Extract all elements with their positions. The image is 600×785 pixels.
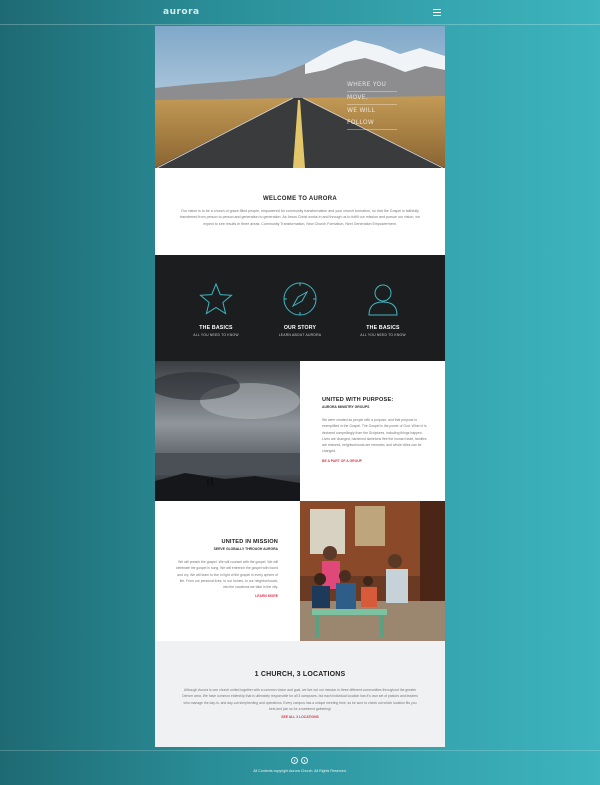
mission-subtitle: SERVE GLOBALLY THROUGH AURORA bbox=[213, 547, 278, 551]
feature-basics-1[interactable]: THE BASICS ALL YOU NEED TO KNOW bbox=[181, 281, 251, 337]
hero-caption-line: WE WILL FOLLOW bbox=[347, 105, 397, 130]
hero-caption-line: WHERE YOU bbox=[347, 79, 397, 92]
locations-title: 1 CHURCH, 3 LOCATIONS bbox=[254, 671, 346, 678]
feature-subtitle: ALL YOU NEED TO KNOW bbox=[360, 333, 406, 337]
welcome-title: WELCOME TO AURORA bbox=[262, 196, 338, 202]
hamburger-menu-button[interactable] bbox=[433, 9, 441, 16]
features-band: THE BASICS ALL YOU NEED TO KNOW OUR STOR… bbox=[155, 255, 445, 361]
top-navigation-bar: aurora bbox=[0, 0, 600, 25]
twitter-icon[interactable]: t bbox=[301, 757, 308, 764]
feature-title: THE BASICS bbox=[366, 325, 400, 331]
purpose-text-block: UNITED WITH PURPOSE: AURORA MINISTRY GRO… bbox=[322, 397, 427, 463]
feature-our-story[interactable]: OUR STORY LEARN ABOUT AURORA bbox=[265, 281, 335, 337]
feature-basics-2[interactable]: THE BASICS ALL YOU NEED TO KNOW bbox=[348, 281, 418, 337]
group-link[interactable]: BE A PART OF A GROUP bbox=[322, 459, 427, 463]
hamburger-icon bbox=[433, 9, 441, 10]
mission-section: UNITED IN MISSION SERVE GLOBALLY THROUGH… bbox=[155, 501, 445, 641]
feature-title: THE BASICS bbox=[199, 325, 233, 331]
hero-banner: WHERE YOU MOVE, WE WILL FOLLOW bbox=[155, 26, 445, 168]
star-icon bbox=[199, 282, 233, 315]
copyright-text: All Contents copyright Aurora Church. Al… bbox=[253, 769, 347, 773]
purpose-title: UNITED WITH PURPOSE: bbox=[322, 397, 394, 403]
purpose-section: UNITED WITH PURPOSE: AURORA MINISTRY GRO… bbox=[155, 361, 445, 501]
welcome-section: WELCOME TO AURORA Our vision is to be a … bbox=[155, 168, 445, 255]
hero-caption: WHERE YOU MOVE, WE WILL FOLLOW bbox=[347, 79, 397, 130]
learn-more-link[interactable]: LEARN MORE bbox=[175, 594, 278, 598]
mission-body: We will preach the gospel. We will couns… bbox=[175, 560, 278, 590]
locations-body: Although Aurora is one church united tog… bbox=[182, 688, 418, 711]
see-locations-link[interactable]: SEE ALL 3 LOCATIONS bbox=[179, 715, 421, 719]
lake-silhouette-image bbox=[155, 361, 300, 501]
hero-caption-line: MOVE, bbox=[347, 92, 397, 105]
purpose-subtitle: AURORA MINISTRY GROUPS bbox=[322, 405, 370, 409]
mission-title: UNITED IN MISSION bbox=[221, 539, 278, 545]
mission-group-photo bbox=[300, 501, 445, 641]
feature-title: OUR STORY bbox=[283, 325, 317, 331]
facebook-icon[interactable]: f bbox=[291, 757, 298, 764]
feature-subtitle: ALL YOU NEED TO KNOW bbox=[193, 333, 239, 337]
user-icon bbox=[368, 284, 398, 316]
welcome-body: Our vision is to be a church of grace-fi… bbox=[180, 209, 420, 226]
mission-text-block: UNITED IN MISSION SERVE GLOBALLY THROUGH… bbox=[175, 539, 278, 598]
hero-road-landscape-image bbox=[155, 26, 445, 168]
locations-section: 1 CHURCH, 3 LOCATIONS Although Aurora is… bbox=[155, 641, 445, 747]
site-logo[interactable]: aurora bbox=[163, 7, 200, 17]
compass-icon bbox=[283, 282, 317, 316]
footer-divider bbox=[0, 750, 600, 751]
social-links: f t bbox=[291, 757, 308, 764]
feature-subtitle: LEARN ABOUT AURORA bbox=[278, 333, 322, 337]
purpose-body: We were created as people with a purpose… bbox=[322, 418, 427, 454]
